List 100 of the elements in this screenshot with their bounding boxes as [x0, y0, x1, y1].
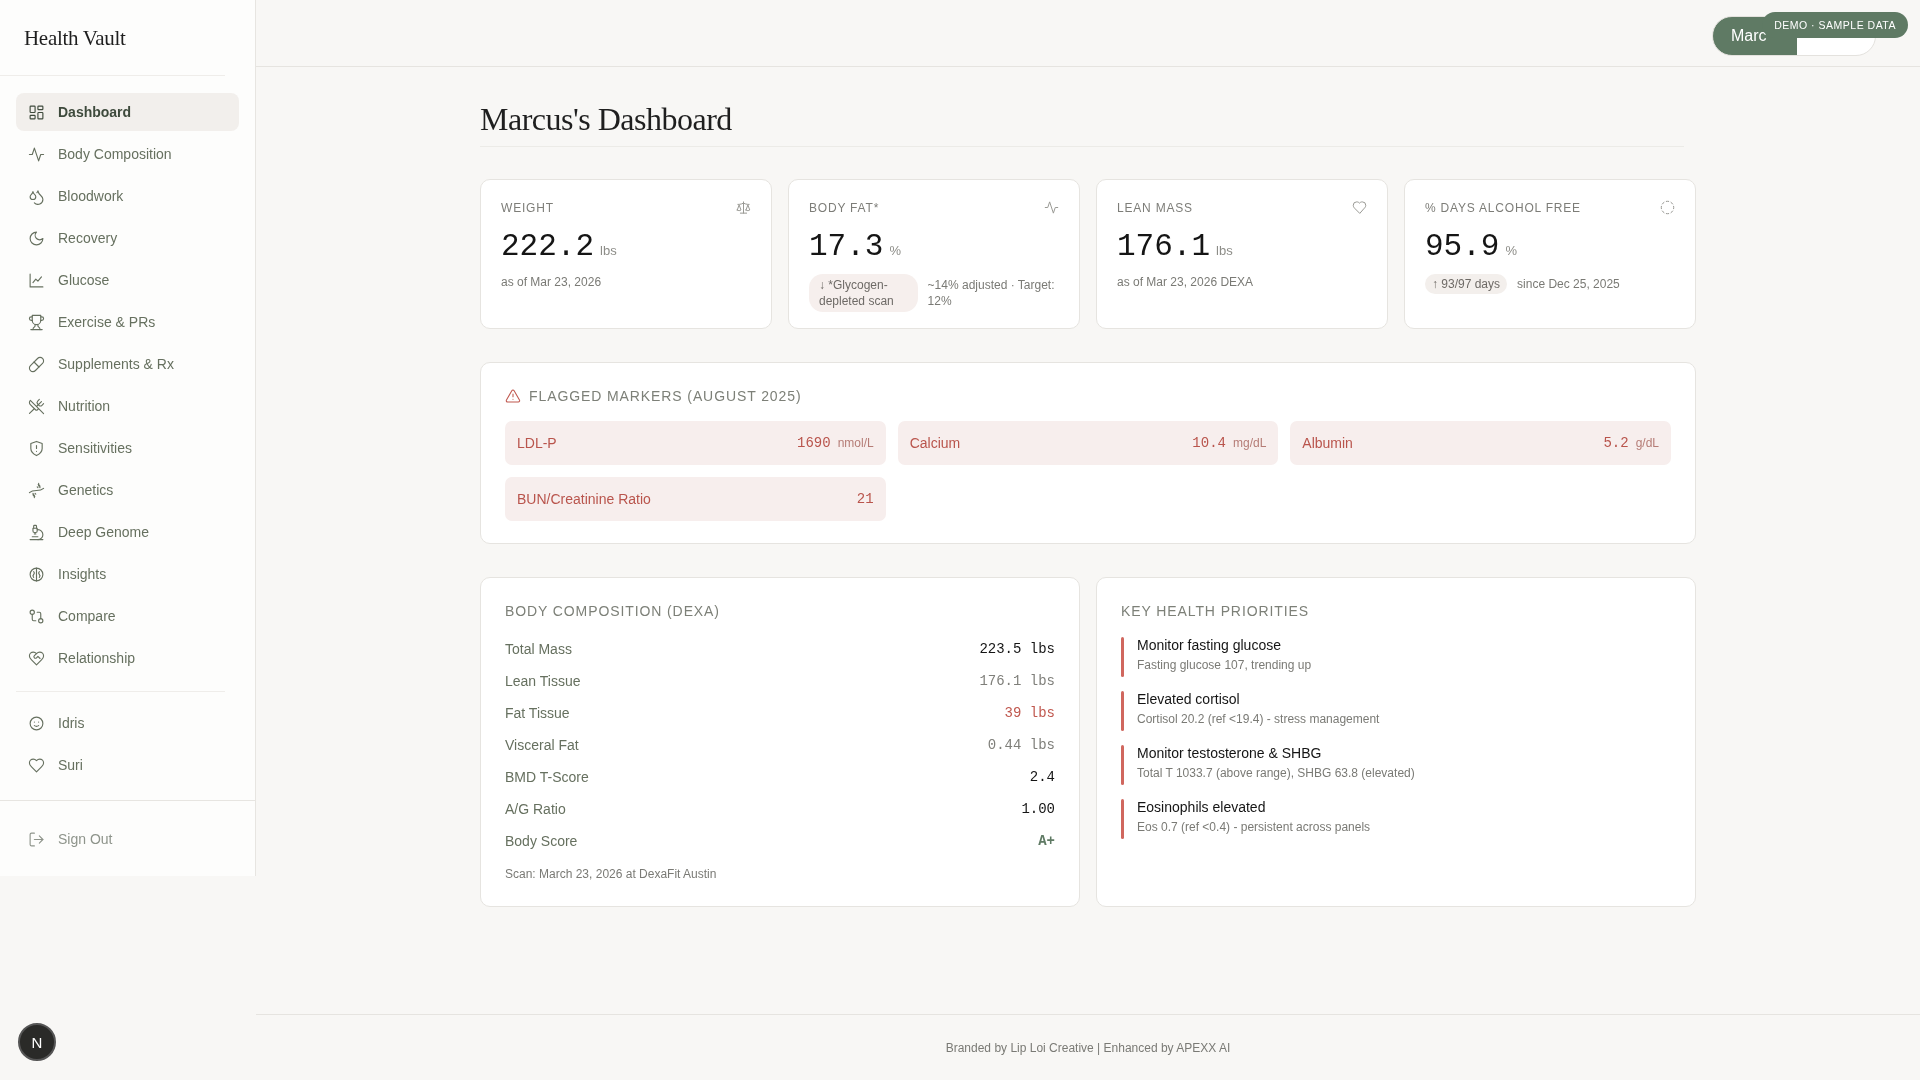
pulse-icon [28, 145, 45, 163]
priority-detail: Fasting glucose 107, trending up [1137, 658, 1312, 672]
marker-unit: mg/dL [1232, 436, 1267, 450]
metric-value: 1.00 [1021, 801, 1055, 817]
stat-unit: % [1505, 243, 1517, 258]
priority-title: Elevated cortisol [1137, 691, 1241, 707]
sidebar-item[interactable]: Body Composition [16, 135, 239, 173]
trend-pill: ↓ *Glycogen-depleted scan [809, 274, 918, 312]
metric-value: A+ [1038, 833, 1055, 849]
scale-icon [736, 200, 751, 215]
marker-name: Calcium [909, 435, 961, 451]
sidebar-item[interactable]: Glucose [16, 261, 239, 299]
stat-value: 176.1 [1117, 229, 1210, 264]
stat-unit: lbs [1216, 243, 1233, 258]
stat-label: % DAYS ALCOHOL FREE [1425, 200, 1581, 215]
sidebar-item[interactable]: Suri [16, 746, 225, 784]
stat-note: ~14% adjusted · Target: 12% [927, 277, 1056, 309]
microscope-icon [28, 523, 45, 541]
priority-bar [1121, 745, 1124, 785]
stat-note: since Dec 25, 2025 [1517, 276, 1620, 292]
stat-value: 95.9 [1425, 229, 1500, 264]
priority-title: Eosinophils elevated [1137, 799, 1267, 815]
marker-name: LDL-P [517, 435, 557, 451]
stat-note: as of Mar 23, 2026 [501, 274, 602, 290]
metric-label: Visceral Fat [505, 737, 579, 753]
dashed-circle-icon [1660, 200, 1675, 215]
sidebar-item[interactable]: Deep Genome [16, 513, 239, 551]
priority-title: Monitor fasting glucose [1137, 637, 1282, 653]
marker-value: 10.4 [1192, 435, 1226, 451]
dna-icon [28, 481, 45, 499]
panel-title: KEY HEALTH PRIORITIES [1121, 603, 1310, 619]
app-logo: Health Vault [0, 0, 225, 76]
metric-value: 2.4 [1029, 769, 1055, 785]
marker-unit: g/dL [1635, 436, 1659, 450]
metric-value: 223.5 lbs [979, 641, 1055, 657]
metric-value: 176.1 lbs [979, 673, 1055, 689]
stat-label: BODY FAT* [809, 200, 880, 215]
droplets-icon [28, 187, 45, 205]
grid-icon [28, 103, 45, 121]
sidebar-item[interactable]: Relationship [16, 639, 239, 677]
metric-label: Fat Tissue [505, 705, 570, 721]
priority-title: Monitor testosterone & SHBG [1137, 745, 1323, 761]
assistant-button[interactable]: N [18, 1023, 56, 1061]
metric-label: BMD T-Score [505, 769, 589, 785]
priority-detail: Eos 0.7 (ref <0.4) - persistent across panels [1137, 820, 1371, 834]
heart-icon [28, 756, 45, 774]
metric-label: A/G Ratio [505, 801, 566, 817]
sidebar-item[interactable]: Nutrition [16, 387, 239, 425]
sidebar-item[interactable]: Exercise & PRs [16, 303, 239, 341]
shield-icon [28, 439, 45, 457]
priority-detail: Cortisol 20.2 (ref <19.4) - stress management [1137, 712, 1380, 726]
smiley-icon [28, 714, 45, 732]
stat-unit: lbs [600, 243, 617, 258]
priority-bar [1121, 637, 1124, 677]
brain-icon [28, 565, 45, 583]
heart-handshake-icon [28, 649, 45, 667]
stat-label: WEIGHT [501, 200, 554, 215]
panel-title: FLAGGED MARKERS (AUGUST 2025) [529, 388, 802, 404]
trend-pill: ↑ 93/97 days [1425, 274, 1508, 294]
page-title: Marcus's Dashboard [480, 101, 733, 138]
utensils-icon [28, 397, 45, 415]
priority-bar [1121, 799, 1124, 839]
stat-value: 17.3 [809, 229, 884, 264]
marker-value: 5.2 [1603, 435, 1629, 451]
marker-unit: nmol/L [837, 436, 874, 450]
sidebar-item[interactable]: Genetics [16, 471, 239, 509]
metric-label: Lean Tissue [505, 673, 581, 689]
moon-icon [28, 229, 45, 247]
metric-label: Body Score [505, 833, 578, 849]
pill-icon [28, 355, 45, 373]
sidebar-item[interactable]: Compare [16, 597, 239, 635]
sidebar-item[interactable]: Recovery [16, 219, 239, 257]
sidebar-item[interactable]: Bloodwork [16, 177, 239, 215]
metric-label: Total Mass [505, 641, 572, 657]
line-chart-icon [28, 271, 45, 289]
sidebar-item[interactable]: Insights [16, 555, 239, 593]
footer-text: Branded by Lip Loi Creative | Enhanced by APEXX AI [945, 1040, 1231, 1055]
sidebar-item[interactable]: Sensitivities [16, 429, 239, 467]
panel-title: BODY COMPOSITION (DEXA) [505, 603, 721, 619]
heart-icon [1352, 200, 1367, 215]
metric-value: 39 lbs [1004, 705, 1055, 721]
warning-icon [505, 388, 521, 404]
marker-value: 1690 [797, 435, 831, 451]
marker-value: 21 [856, 491, 874, 507]
pulse-icon [1044, 200, 1059, 215]
sidebar-item[interactable]: Idris [16, 704, 225, 742]
priority-bar [1121, 691, 1124, 731]
scan-note: Scan: March 23, 2026 at DexaFit Austin [505, 867, 718, 881]
sidebar-item[interactable]: Dashboard [16, 93, 239, 131]
compare-icon [28, 607, 45, 625]
stat-value: 222.2 [501, 229, 594, 264]
stat-unit: % [889, 243, 901, 258]
priority-detail: Total T 1033.7 (above range), SHBG 63.8 (elevated) [1137, 766, 1415, 780]
sign-out-icon [28, 830, 45, 848]
stat-label: LEAN MASS [1117, 200, 1193, 215]
stat-note: as of Mar 23, 2026 DEXA [1117, 274, 1254, 290]
marker-name: BUN/Creatinine Ratio [517, 491, 651, 507]
sign-out-link[interactable]: Sign Out [16, 820, 239, 858]
sidebar-item[interactable]: Supplements & Rx [16, 345, 239, 383]
marker-name: Albumin [1302, 435, 1353, 451]
